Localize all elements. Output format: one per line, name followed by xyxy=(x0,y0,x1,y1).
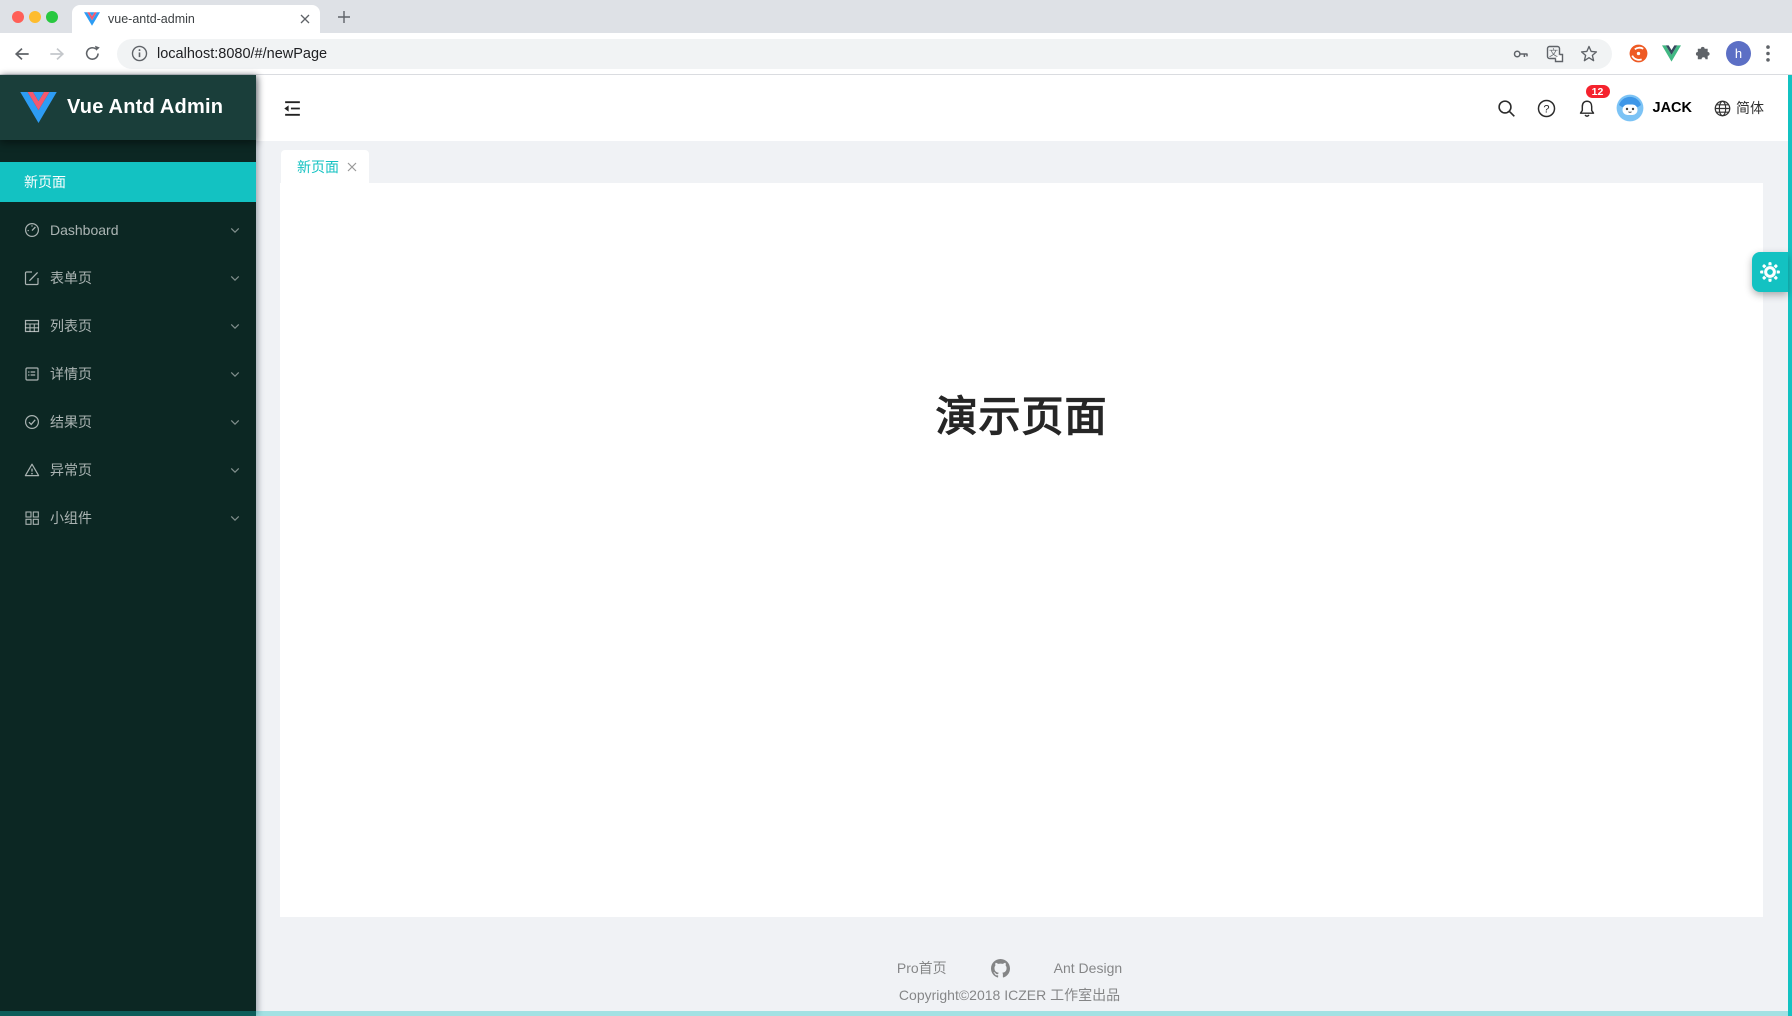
copyright-text: Copyright©2018 ICZER 工作室出品 xyxy=(899,985,1120,1005)
sidebar-item-label: 小组件 xyxy=(50,508,92,528)
back-icon[interactable] xyxy=(9,41,35,67)
notification-badge: 12 xyxy=(1585,84,1611,99)
address-bar[interactable]: localhost:8080/#/newPage 文 xyxy=(117,39,1612,69)
page-tab-newpage[interactable]: 新页面 xyxy=(281,150,369,183)
footer-link-ant-design[interactable]: Ant Design xyxy=(1054,960,1122,976)
check-circle-icon xyxy=(24,414,40,430)
app-title: Vue Antd Admin xyxy=(67,96,223,119)
username: JACK xyxy=(1653,100,1692,116)
sidebar-item-forms[interactable]: 表单页 xyxy=(0,258,256,298)
dashboard-icon xyxy=(24,222,40,238)
info-icon[interactable] xyxy=(131,45,148,62)
footer-link-pro-home[interactable]: Pro首页 xyxy=(897,958,947,978)
sidebar-item-widgets[interactable]: 小组件 xyxy=(0,498,256,538)
sidebar-item-dashboard[interactable]: Dashboard xyxy=(0,210,256,250)
new-tab-button[interactable] xyxy=(334,7,354,27)
github-icon[interactable] xyxy=(991,959,1010,978)
browser-profile-avatar[interactable]: h xyxy=(1726,41,1751,66)
user-menu[interactable]: JACK xyxy=(1616,94,1692,122)
chevron-down-icon xyxy=(230,467,240,474)
theme-accent-right-border xyxy=(1788,75,1792,1016)
language-selector[interactable]: 简体 xyxy=(1714,98,1764,118)
chevron-down-icon xyxy=(230,323,240,330)
vue-favicon-icon xyxy=(84,12,100,26)
page-title: 演示页面 xyxy=(280,183,1763,444)
form-icon xyxy=(24,270,40,286)
sidebar-item-newpage[interactable]: 新页面 xyxy=(0,162,256,202)
tab-close-icon[interactable] xyxy=(300,14,310,24)
sidebar-item-results[interactable]: 结果页 xyxy=(0,402,256,442)
window-zoom-button[interactable] xyxy=(46,11,58,23)
table-icon xyxy=(24,318,40,334)
sidebar-item-label: 新页面 xyxy=(24,172,66,192)
chevron-down-icon xyxy=(230,419,240,426)
extension-orange-icon[interactable] xyxy=(1628,43,1649,64)
browser-tab[interactable]: vue-antd-admin xyxy=(72,5,320,33)
page-tab-label: 新页面 xyxy=(297,157,339,177)
language-label: 简体 xyxy=(1736,98,1764,118)
search-icon[interactable] xyxy=(1490,91,1524,125)
user-avatar xyxy=(1616,94,1644,122)
chevron-down-icon xyxy=(230,515,240,522)
key-icon[interactable] xyxy=(1512,45,1530,63)
browser-tab-title: vue-antd-admin xyxy=(108,12,300,26)
sidebar-menu: 新页面 Dashboard 表单页 xyxy=(0,140,256,538)
app-header: ? 12 JACK 简体 xyxy=(256,75,1792,141)
sidebar-item-label: 表单页 xyxy=(50,268,92,288)
sidebar-item-label: 列表页 xyxy=(50,316,92,336)
svg-text:文: 文 xyxy=(1549,47,1558,58)
profile-icon xyxy=(24,366,40,382)
vue-logo-icon xyxy=(20,92,57,123)
workspace: 新页面 演示页面 Pro首页 Ant Design Copyright©2018… xyxy=(256,141,1792,1016)
sidebar: Vue Antd Admin 新页面 Dashboard xyxy=(0,75,256,1016)
sidebar-item-details[interactable]: 详情页 xyxy=(0,354,256,394)
svg-text:?: ? xyxy=(1543,103,1549,115)
chevron-down-icon xyxy=(230,371,240,378)
sidebar-item-label: Dashboard xyxy=(50,222,119,238)
blocks-icon xyxy=(24,510,40,526)
content-card: 演示页面 xyxy=(280,183,1763,917)
window-minimize-button[interactable] xyxy=(29,11,41,23)
sidebar-item-lists[interactable]: 列表页 xyxy=(0,306,256,346)
app-footer: Pro首页 Ant Design Copyright©2018 ICZER 工作… xyxy=(256,958,1763,1005)
extensions-puzzle-icon[interactable] xyxy=(1694,44,1713,63)
menu-fold-icon[interactable] xyxy=(282,98,303,119)
browser-toolbar: localhost:8080/#/newPage 文 xyxy=(0,33,1792,75)
chevron-down-icon xyxy=(230,275,240,282)
close-icon[interactable] xyxy=(347,162,357,172)
star-icon[interactable] xyxy=(1580,45,1598,63)
reload-icon[interactable] xyxy=(79,41,105,67)
kebab-menu-icon[interactable] xyxy=(1766,45,1770,62)
theme-accent-bottom-border xyxy=(0,1011,1792,1016)
gear-icon xyxy=(1759,261,1781,283)
bell-icon[interactable]: 12 xyxy=(1570,91,1604,125)
sidebar-item-exception[interactable]: 异常页 xyxy=(0,450,256,490)
settings-drawer-handle[interactable] xyxy=(1752,252,1788,292)
sidebar-item-label: 详情页 xyxy=(50,364,92,384)
translate-icon[interactable]: 文 xyxy=(1546,45,1564,63)
chevron-down-icon xyxy=(230,227,240,234)
warning-icon xyxy=(24,462,40,478)
globe-icon xyxy=(1714,100,1731,117)
sidebar-item-label: 异常页 xyxy=(50,460,92,480)
question-icon[interactable]: ? xyxy=(1530,91,1564,125)
vue-devtools-icon[interactable] xyxy=(1662,45,1681,62)
window-close-button[interactable] xyxy=(12,11,24,23)
sidebar-item-label: 结果页 xyxy=(50,412,92,432)
sidebar-logo[interactable]: Vue Antd Admin xyxy=(0,75,256,140)
browser-tabstrip: vue-antd-admin xyxy=(0,0,1792,33)
url-text[interactable]: localhost:8080/#/newPage xyxy=(157,46,1512,62)
forward-icon[interactable] xyxy=(44,41,70,67)
